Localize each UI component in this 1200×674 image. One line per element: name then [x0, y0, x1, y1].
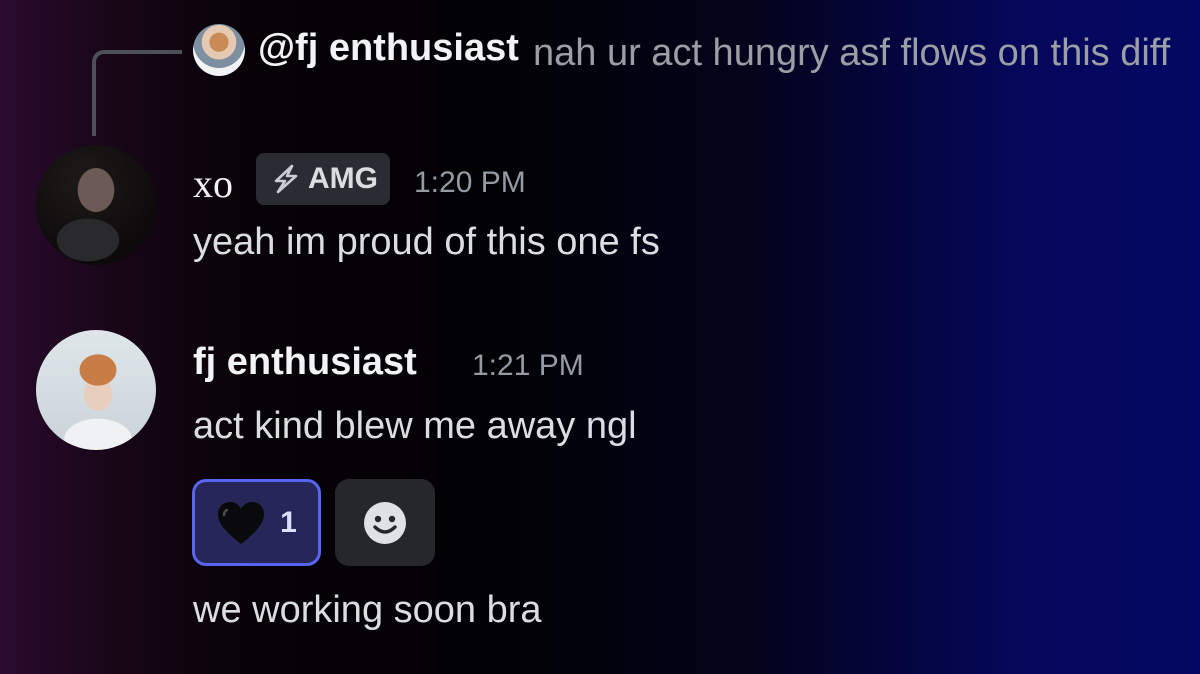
clan-tag[interactable]: AMG	[256, 153, 390, 205]
black-heart-icon	[218, 501, 265, 544]
timestamp: 1:21 PM	[472, 349, 584, 382]
username-fj-enthusiast[interactable]: fj enthusiast	[193, 341, 417, 384]
message-text: we working soon bra	[193, 589, 542, 631]
reaction-count: 1	[280, 505, 297, 539]
clan-tag-label: AMG	[308, 162, 378, 195]
username-xo[interactable]: xo	[193, 160, 233, 207]
lightning-icon	[274, 164, 298, 194]
message-text: act kind blew me away ngl	[193, 405, 637, 447]
avatar-fj-enthusiast[interactable]	[36, 330, 156, 450]
reply-connector	[92, 50, 182, 136]
reaction-black-heart[interactable]: 1	[192, 479, 321, 566]
avatar-xo[interactable]	[36, 145, 156, 265]
timestamp: 1:20 PM	[414, 166, 526, 199]
message-text: yeah im proud of this one fs	[193, 221, 660, 263]
reply-mention[interactable]: @fj enthusiast	[258, 27, 519, 70]
add-reaction-button[interactable]	[335, 479, 435, 566]
smile-icon	[364, 501, 406, 544]
